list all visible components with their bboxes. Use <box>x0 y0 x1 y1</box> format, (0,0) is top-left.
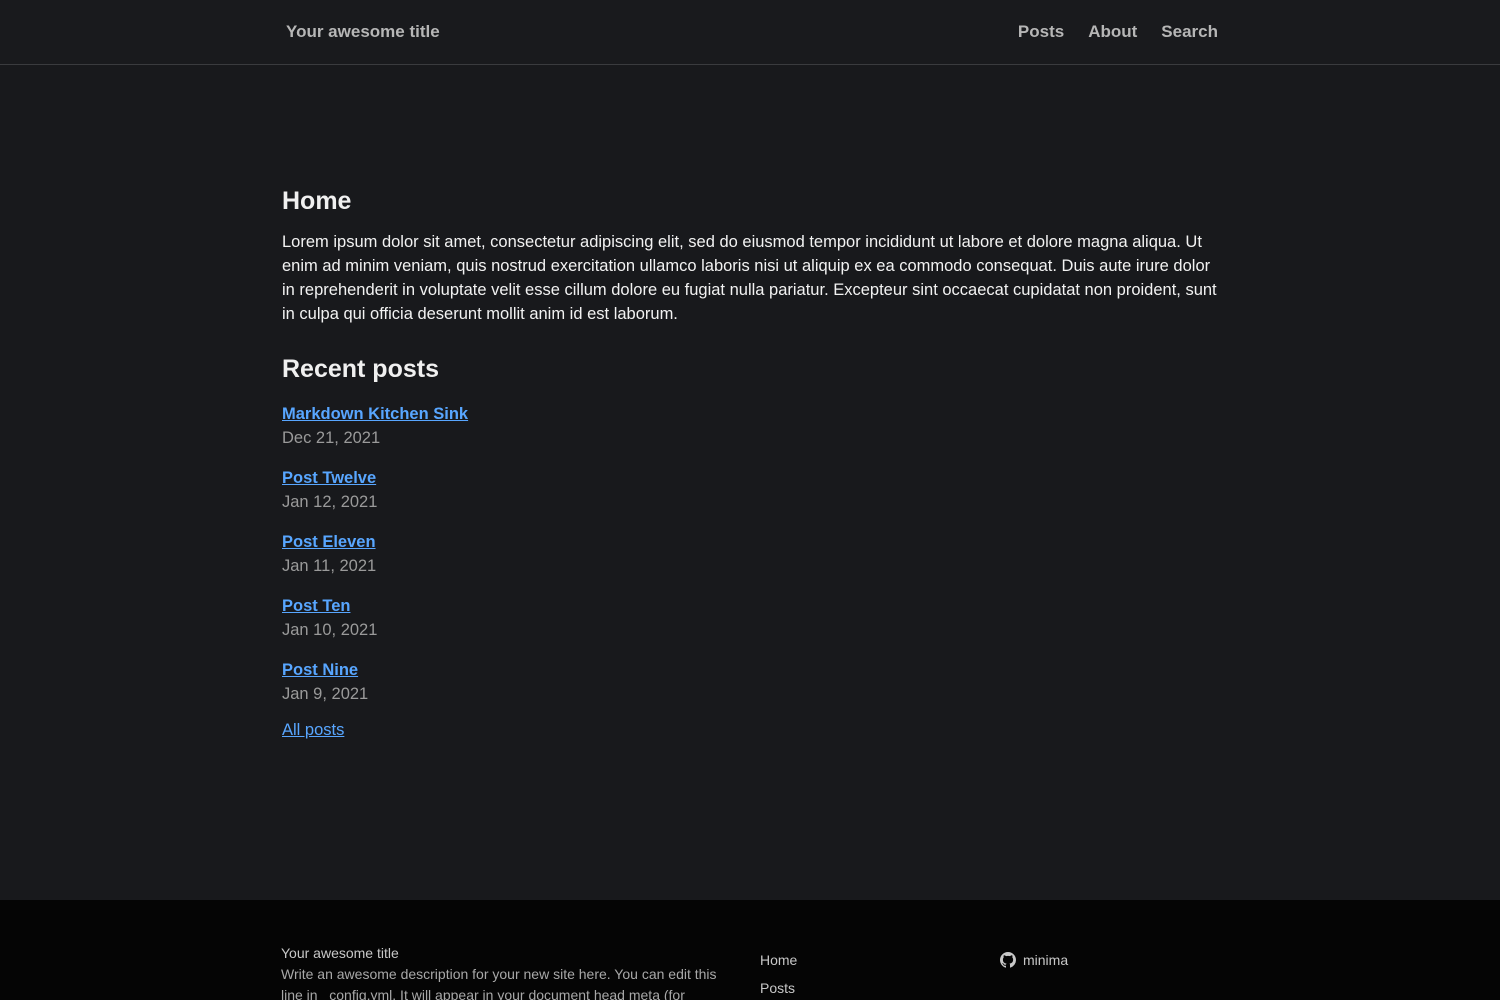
recent-posts-heading: Recent posts <box>282 355 439 383</box>
site-nav: Posts About Search <box>1018 22 1218 42</box>
intro-paragraph: Lorem ipsum dolor sit amet, consectetur … <box>282 233 1217 323</box>
footer-social: minima <box>1000 950 1068 970</box>
footer-link-item: Posts <box>760 978 797 1000</box>
post-list-item: Markdown Kitchen Sink Dec 21, 2021 <box>282 402 468 466</box>
site-footer: Your awesome title Write an awesome desc… <box>0 900 1500 1000</box>
post-list-item: Post Nine Jan 9, 2021 <box>282 658 468 722</box>
post-date: Jan 11, 2021 <box>282 557 377 575</box>
footer-link-home[interactable]: Home <box>760 952 797 968</box>
footer-link-item: Home <box>760 950 797 978</box>
all-posts-link[interactable]: All posts <box>282 718 344 742</box>
footer-link-posts[interactable]: Posts <box>760 980 795 996</box>
post-list: Markdown Kitchen Sink Dec 21, 2021 Post … <box>282 402 468 722</box>
nav-link-about[interactable]: About <box>1088 22 1137 42</box>
post-link[interactable]: Post Twelve <box>282 466 468 490</box>
post-link[interactable]: Markdown Kitchen Sink <box>282 402 468 426</box>
post-list-item: Post Eleven Jan 11, 2021 <box>282 530 468 594</box>
footer-site-title: Your awesome title <box>281 945 399 961</box>
nav-link-search[interactable]: Search <box>1161 22 1218 42</box>
post-link[interactable]: Post Nine <box>282 658 468 682</box>
post-date: Jan 9, 2021 <box>282 685 369 703</box>
post-date: Jan 10, 2021 <box>282 621 378 639</box>
footer-links: Home Posts <box>760 950 797 1000</box>
post-list-item: Post Ten Jan 10, 2021 <box>282 594 468 658</box>
site-header: Your awesome title Posts About Search <box>0 0 1500 65</box>
post-link[interactable]: Post Ten <box>282 594 468 618</box>
github-icon[interactable] <box>1000 952 1016 968</box>
site-title-link[interactable]: Your awesome title <box>286 22 440 42</box>
post-list-item: Post Twelve Jan 12, 2021 <box>282 466 468 530</box>
github-link[interactable]: minima <box>1023 950 1068 970</box>
footer-description: Write an awesome description for your ne… <box>281 966 717 1000</box>
post-link[interactable]: Post Eleven <box>282 530 468 554</box>
post-date: Jan 12, 2021 <box>282 493 378 511</box>
footer-about: Your awesome title Write an awesome desc… <box>281 944 736 1000</box>
nav-link-posts[interactable]: Posts <box>1018 22 1064 42</box>
post-date: Dec 21, 2021 <box>282 429 381 447</box>
page-title: Home <box>282 187 352 215</box>
